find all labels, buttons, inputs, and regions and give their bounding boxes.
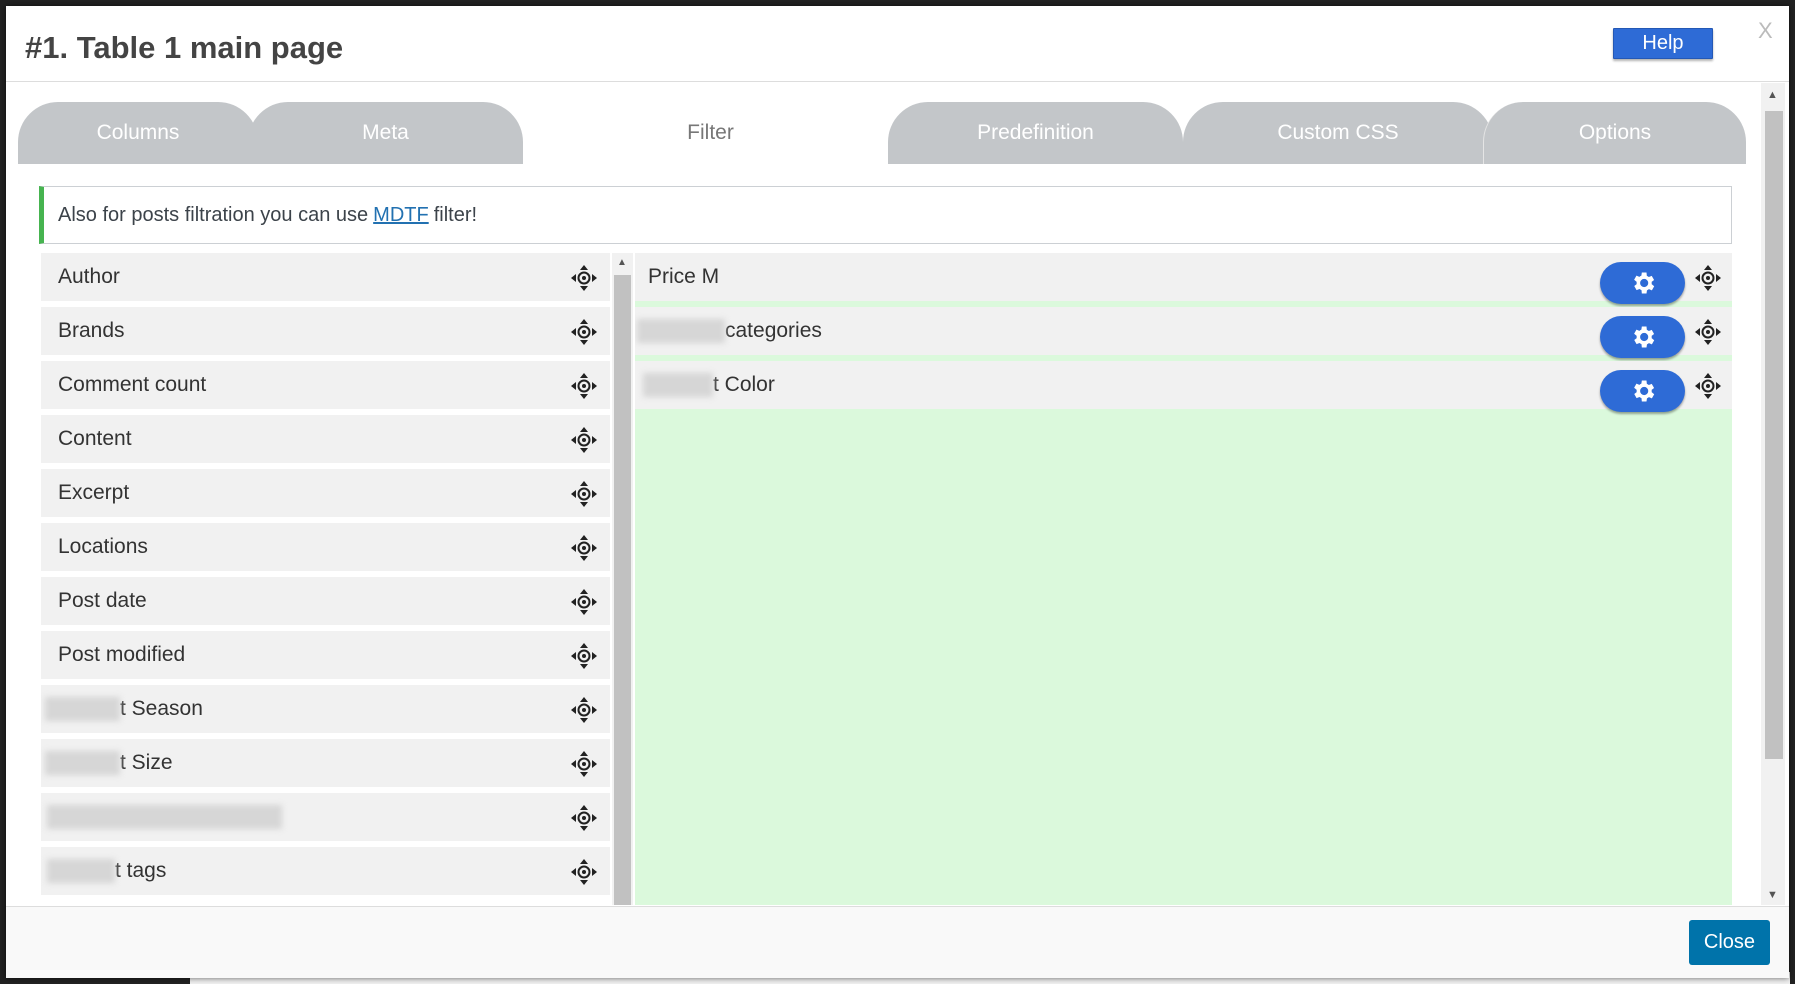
mdtf-link[interactable]: MDTF <box>373 204 429 227</box>
redacted-text <box>47 859 115 883</box>
tab-columns[interactable]: Columns <box>18 102 258 164</box>
redacted-text <box>45 697 120 721</box>
filter-settings-button[interactable] <box>1600 262 1685 304</box>
filter-settings-button[interactable] <box>1600 316 1685 358</box>
field-item[interactable]: Post date <box>41 577 610 625</box>
field-label: Excerpt <box>58 481 130 504</box>
field-item[interactable] <box>41 793 610 841</box>
modal-content: Columns Meta Filter Predefinition Custom… <box>6 83 1761 905</box>
selected-filters-dropzone[interactable]: Price M categories t Color <box>635 253 1732 905</box>
available-list-scrollbar[interactable]: ▲ <box>612 253 633 905</box>
selected-filter-item[interactable]: Price M <box>635 253 1732 304</box>
move-arrows-icon[interactable] <box>569 533 599 563</box>
move-arrows-icon[interactable] <box>1693 317 1723 347</box>
tab-filter[interactable]: Filter <box>578 102 843 164</box>
notice-suffix: filter! <box>433 203 478 226</box>
tab-meta[interactable]: Meta <box>248 102 523 164</box>
move-arrows-icon[interactable] <box>569 371 599 401</box>
move-arrows-icon[interactable] <box>569 857 599 887</box>
modal-header: #1. Table 1 main page Help X <box>6 6 1789 82</box>
redacted-text <box>637 319 725 343</box>
field-item[interactable]: t Size <box>41 739 610 787</box>
field-label: Brands <box>58 319 125 342</box>
move-arrows-icon[interactable] <box>569 641 599 671</box>
redacted-text <box>45 751 120 775</box>
tab-custom-css[interactable]: Custom CSS <box>1183 102 1493 164</box>
field-label: Author <box>58 265 120 288</box>
tab-bar: Columns Meta Filter Predefinition Custom… <box>18 102 1746 164</box>
field-item[interactable]: Content <box>41 415 610 463</box>
move-arrows-icon[interactable] <box>569 263 599 293</box>
modal-title: #1. Table 1 main page <box>25 30 344 65</box>
move-arrows-icon[interactable] <box>569 587 599 617</box>
close-button[interactable]: Close <box>1689 920 1770 965</box>
tab-predefinition[interactable]: Predefinition <box>888 102 1183 164</box>
scroll-up-arrow-icon[interactable]: ▲ <box>1767 89 1778 101</box>
mdtf-notice: Also for posts filtration you can use MD… <box>39 186 1732 244</box>
tab-options[interactable]: Options <box>1483 102 1746 164</box>
field-label: Price M <box>648 265 720 288</box>
move-arrows-icon[interactable] <box>569 803 599 833</box>
move-arrows-icon[interactable] <box>569 749 599 779</box>
selected-filter-item[interactable]: categories <box>635 307 1732 358</box>
field-label: Content <box>58 427 132 450</box>
field-item[interactable]: t Season <box>41 685 610 733</box>
gear-icon <box>1633 380 1654 402</box>
scrollbar-thumb[interactable] <box>1765 111 1783 759</box>
available-fields-list: Author Brands Comment count Content Exce… <box>41 253 610 905</box>
help-button[interactable]: Help <box>1613 28 1713 59</box>
field-label: Comment count <box>58 373 207 396</box>
field-item[interactable]: Comment count <box>41 361 610 409</box>
close-x-button[interactable]: X <box>1758 18 1773 44</box>
field-item[interactable]: Locations <box>41 523 610 571</box>
field-label: Post modified <box>58 643 186 666</box>
field-label: t Size <box>120 751 173 774</box>
move-arrows-icon[interactable] <box>1693 263 1723 293</box>
field-label: Locations <box>58 535 148 558</box>
field-item[interactable]: t tags <box>41 847 610 895</box>
field-label: t tags <box>115 859 167 882</box>
modal-scrollbar[interactable]: ▲ ▼ <box>1761 83 1785 905</box>
field-label: categories <box>725 319 822 342</box>
filter-settings-button[interactable] <box>1600 370 1685 412</box>
selected-filter-item[interactable]: t Color <box>635 361 1732 412</box>
scrollbar-thumb[interactable] <box>614 275 631 905</box>
table-settings-modal: #1. Table 1 main page Help X Columns Met… <box>6 6 1789 978</box>
field-label: t Color <box>713 373 775 396</box>
field-item[interactable]: Excerpt <box>41 469 610 517</box>
gear-icon <box>1633 272 1654 294</box>
move-arrows-icon[interactable] <box>569 425 599 455</box>
field-item[interactable]: Post modified <box>41 631 610 679</box>
redacted-text <box>47 805 282 829</box>
move-arrows-icon[interactable] <box>1693 371 1723 401</box>
field-label: Post date <box>58 589 147 612</box>
redacted-text <box>643 373 713 397</box>
notice-prefix: Also for posts filtration you can use <box>58 203 369 226</box>
move-arrows-icon[interactable] <box>569 317 599 347</box>
field-item[interactable]: Author <box>41 253 610 301</box>
field-label: t Season <box>120 697 203 720</box>
scroll-up-arrow-icon[interactable]: ▲ <box>617 257 627 268</box>
move-arrows-icon[interactable] <box>569 695 599 725</box>
scroll-down-arrow-icon[interactable]: ▼ <box>1767 889 1778 901</box>
move-arrows-icon[interactable] <box>569 479 599 509</box>
field-item[interactable]: Brands <box>41 307 610 355</box>
gear-icon <box>1633 326 1654 348</box>
modal-footer: Close <box>6 906 1789 978</box>
